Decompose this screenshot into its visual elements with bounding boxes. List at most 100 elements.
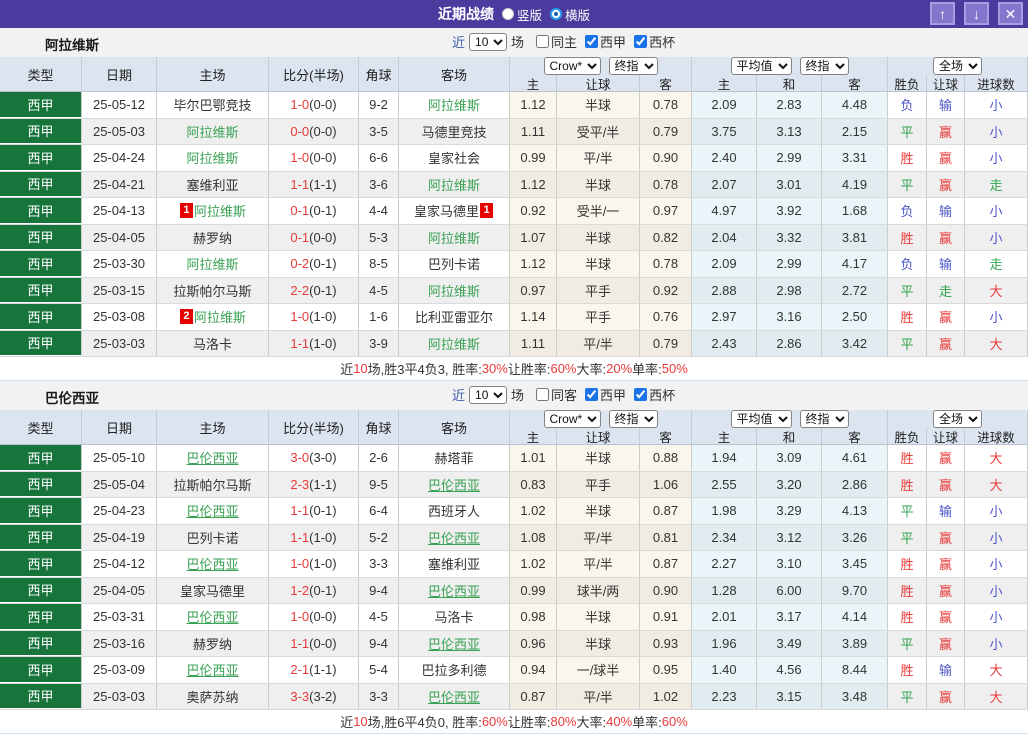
match-row: 西甲 25-03-03 马洛卡 1-1 (1-0) 3-9 阿拉维斯 1.11 平/半 0.79 2… [0,330,1028,357]
outcome-cell: 胜 [888,551,927,577]
europe-odds-cell: 2.83 [757,92,822,118]
cup-filter[interactable]: 西杯 [634,385,675,404]
away-team-name[interactable]: 巴伦西亚 [428,581,480,600]
table-header: 类型 日期 主场 比分(半场) 角球 客场 Crow* 终指 平均值 终指 全场… [0,410,1028,445]
col-header-goals: 进球数 [965,75,1028,91]
corner-cell: 6-4 [359,498,399,524]
col-header-score: 比分(半场) [269,57,359,91]
match-table-body: 西甲 25-05-12 毕尔巴鄂竞技 1-0 (0-0) 9-2 阿拉维斯 1.12 半球 0.7… [0,92,1028,357]
home-team-name[interactable]: 阿拉维斯 [194,201,246,220]
filter-controls: 近 10 场 同主 西甲 西杯 [452,32,675,51]
full-score: 1-1 [290,176,310,192]
home-team-name[interactable]: 阿拉维斯 [186,148,238,167]
score-cell: 2-3 (1-1) [269,471,359,497]
score-cell: 1-0 (0-0) [269,145,359,171]
col-header-goals: 进球数 [965,428,1028,444]
bookmaker-select[interactable]: Crow* [543,410,601,428]
league-cell: 西甲 [0,445,82,471]
team-name: 阿拉维斯 [45,38,99,53]
league-cell: 西甲 [0,471,82,497]
away-team-name[interactable]: 阿拉维斯 [428,281,480,300]
close-button[interactable]: ✕ [998,2,1023,25]
match-row: 西甲 25-04-19 巴列卡诺 1-1 (1-0) 5-2 巴伦西亚 1.08 平/半 0.81… [0,524,1028,551]
home-team-name: 赫罗纳 [192,636,232,652]
bookmaker-select[interactable]: Crow* [543,57,601,75]
recent-count-select[interactable]: 10 [469,385,508,404]
away-team-name[interactable]: 巴伦西亚 [428,687,480,706]
outcome-cell: 胜 [888,145,927,171]
col-header-euro-draw: 和 [757,75,822,91]
handicap-odds-cell: 1.02 [640,683,692,709]
scope-select[interactable]: 全场 [933,57,982,75]
home-team-name[interactable]: 阿拉维斯 [186,254,238,273]
away-team-cell: 巴伦西亚 [399,524,510,550]
handicap-odds-cell: 0.90 [640,145,692,171]
europe-odds-cell: 2.99 [757,251,822,277]
handicap-time-select[interactable]: 终指 [608,410,658,428]
away-team-name: 西班牙人 [427,504,480,520]
home-team-name[interactable]: 巴伦西亚 [186,660,238,679]
home-team-name: 毕尔巴鄂竞技 [173,98,252,114]
team-filter-bar: 巴伦西亚 近 10 场 同客 西甲 西杯 [0,381,1028,410]
layout-vertical-radio[interactable]: 竖版 [501,5,542,24]
league-cell: 西甲 [0,657,82,683]
away-team-name[interactable]: 巴伦西亚 [428,475,480,494]
corner-cell: 5-4 [359,657,399,683]
same-venue-checkbox[interactable] [536,388,550,401]
half-score: (1-0) [309,335,337,351]
layout-horizontal-radio[interactable]: 横版 [550,5,590,24]
home-team-name[interactable]: 阿拉维斯 [194,307,246,326]
handicap-odds-cell: 平手 [557,304,640,330]
home-team-name: 巴列卡诺 [186,530,239,546]
col-header-outcome: 胜负 [888,428,927,444]
league-checkbox[interactable] [585,35,599,48]
goals-result-cell: 大 [965,330,1028,356]
away-team-name[interactable]: 巴伦西亚 [428,528,480,547]
handicap-odds-cell: 球半/两 [557,577,640,603]
half-score: (0-1) [309,582,337,598]
home-team-name[interactable]: 巴伦西亚 [186,448,238,467]
league-cell: 西甲 [0,171,82,197]
cup-filter[interactable]: 西杯 [634,32,675,51]
cup-checkbox[interactable] [634,388,648,401]
corner-cell: 4-4 [359,198,399,224]
away-team-name[interactable]: 阿拉维斯 [428,334,480,353]
same-venue-checkbox[interactable] [536,35,550,48]
europe-time-select[interactable]: 终指 [799,410,849,428]
cup-checkbox[interactable] [634,35,648,48]
europe-avg-select[interactable]: 平均值 [730,57,792,75]
handicap-odds-cell: 半球 [557,445,640,471]
summary-text: 场,胜6平4负0, 胜率: [367,715,482,730]
europe-odds-cell: 1.96 [692,630,757,656]
home-team-cell: 皇家马德里 [157,577,269,603]
europe-odds-cell: 3.10 [757,551,822,577]
europe-time-select[interactable]: 终指 [799,57,849,75]
league-checkbox[interactable] [585,388,599,401]
away-team-name[interactable]: 巴伦西亚 [428,634,480,653]
move-up-button[interactable]: ↑ [930,2,955,25]
summary-text: 让胜率: [507,362,551,377]
away-team-name[interactable]: 阿拉维斯 [428,228,480,247]
europe-avg-select[interactable]: 平均值 [730,410,792,428]
league-filter[interactable]: 西甲 [585,385,626,404]
home-team-name[interactable]: 阿拉维斯 [186,122,238,141]
away-team-name[interactable]: 阿拉维斯 [428,95,480,114]
col-header-handicap-result: 让球 [927,428,965,444]
full-score: 1-0 [290,309,310,325]
move-down-button[interactable]: ↓ [964,2,989,25]
full-score: 1-0 [290,609,310,625]
home-team-cell: 巴列卡诺 [157,524,269,550]
handicap-time-select[interactable]: 终指 [608,57,658,75]
match-date: 25-03-30 [82,251,157,277]
home-team-name[interactable]: 巴伦西亚 [186,501,238,520]
scope-select[interactable]: 全场 [933,410,982,428]
same-venue-filter[interactable]: 同客 [536,385,577,404]
league-filter[interactable]: 西甲 [585,32,626,51]
away-team-name[interactable]: 阿拉维斯 [428,175,480,194]
home-team-name[interactable]: 巴伦西亚 [186,607,238,626]
odds-header-group: Crow* 终指 平均值 终指 全场 主 让球 客 主 和 客 胜负 让球 进球… [510,57,1028,91]
recent-count-select[interactable]: 10 [469,32,508,51]
home-team-name[interactable]: 巴伦西亚 [186,554,238,573]
match-date: 25-04-13 [82,198,157,224]
same-venue-filter[interactable]: 同主 [536,32,577,51]
